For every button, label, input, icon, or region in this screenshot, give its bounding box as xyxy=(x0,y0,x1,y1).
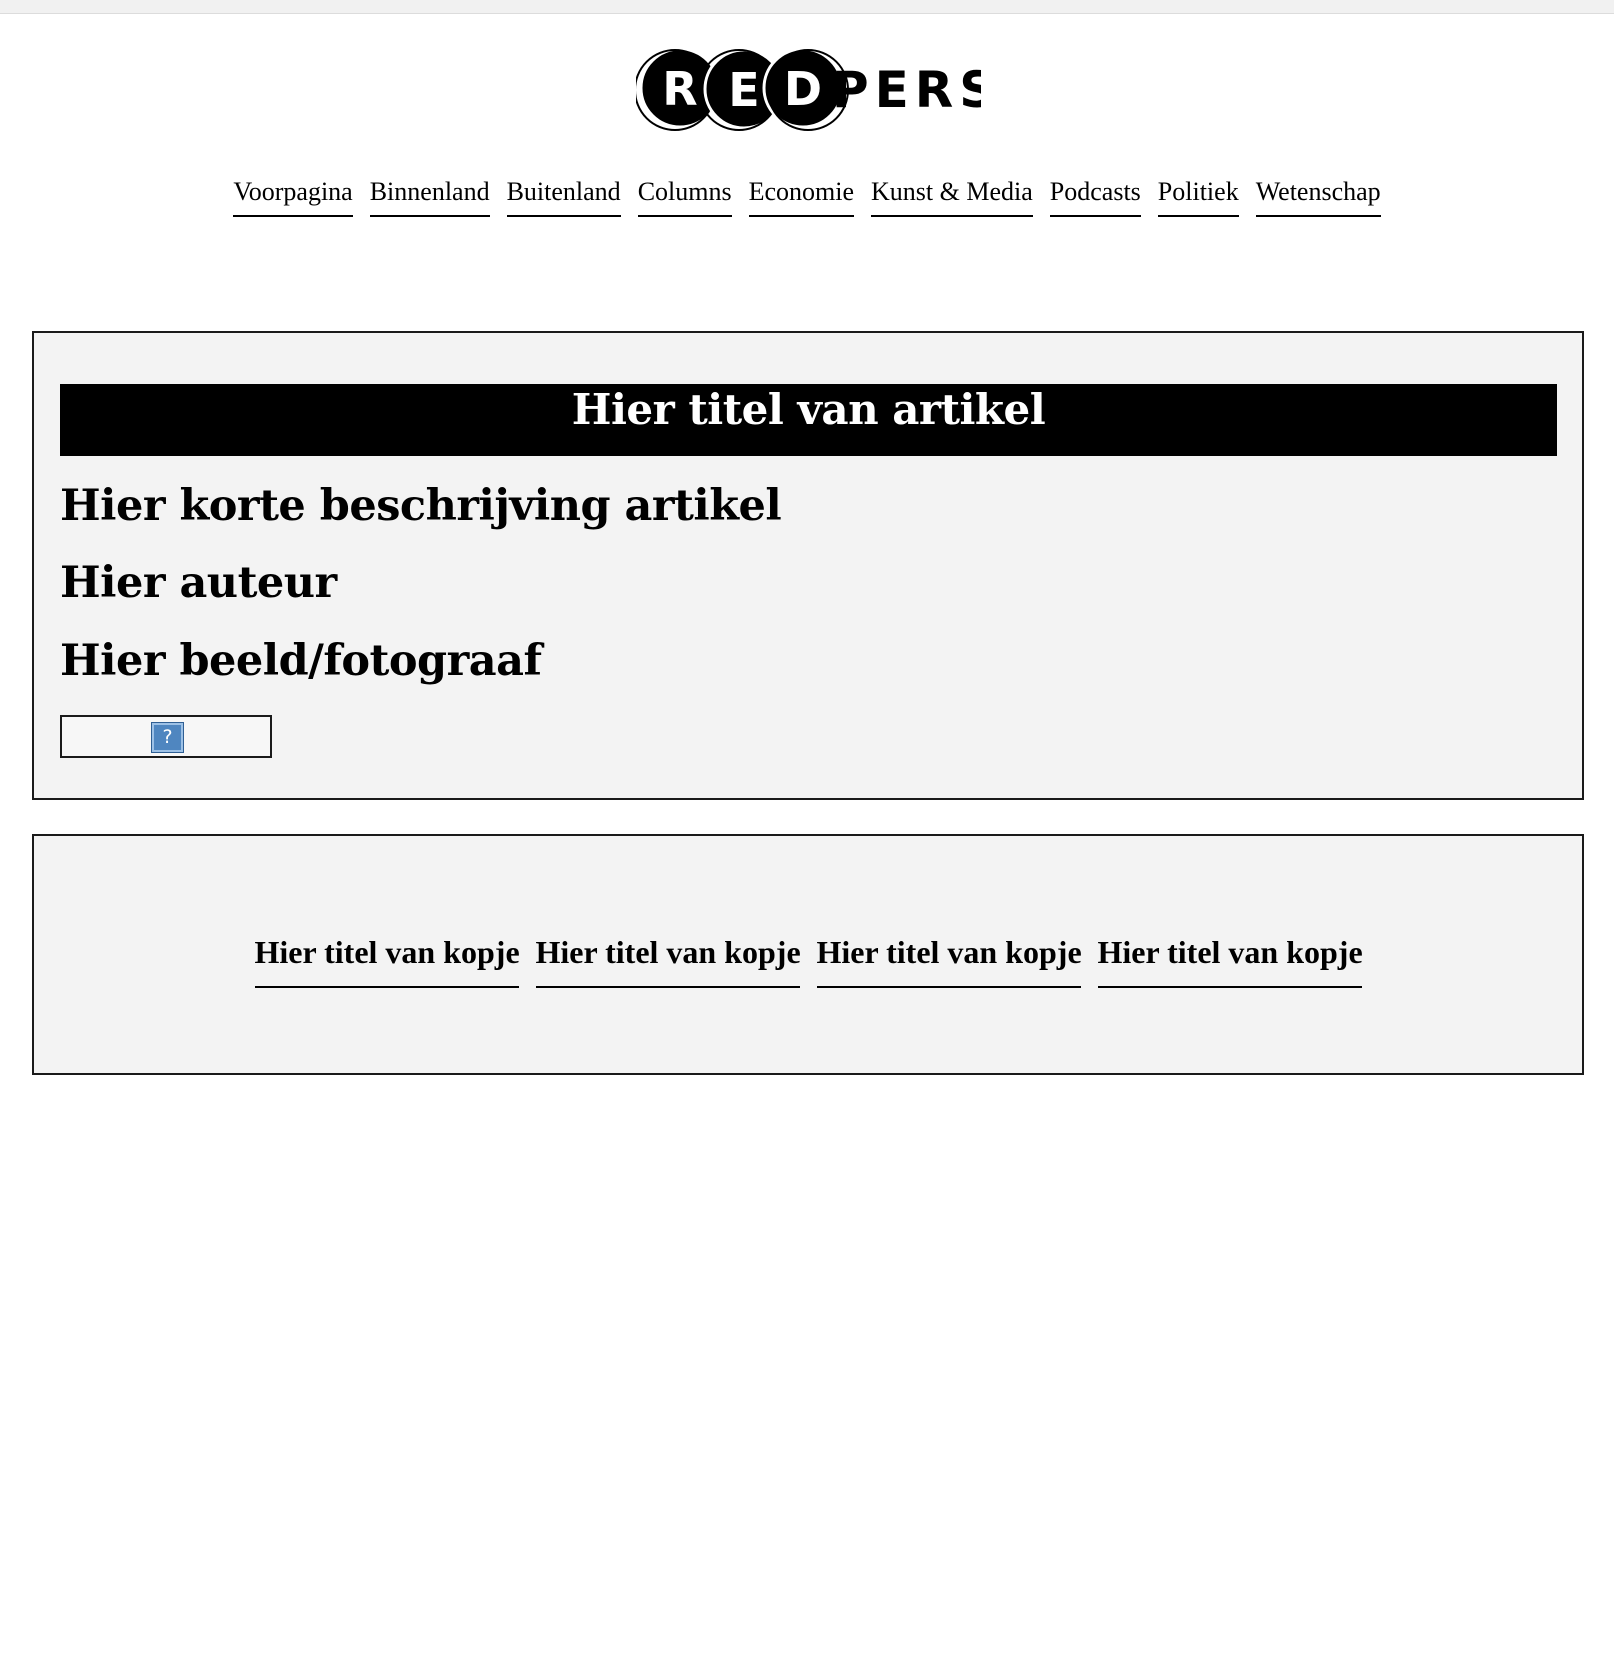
article-title-bar: Hier titel van artikel xyxy=(60,384,1557,456)
related-articles-panel: Hier titel van kopje Hier titel van kopj… xyxy=(32,834,1584,1075)
article-description: Hier korte beschrijving artikel xyxy=(60,481,782,531)
related-link[interactable]: Hier titel van kopje xyxy=(1097,932,1363,988)
article-photo-credit: Hier beeld/fotograaf xyxy=(60,636,542,686)
nav-item-buitenland[interactable]: Buitenland xyxy=(506,172,621,217)
nav-item-columns[interactable]: Columns xyxy=(637,172,732,217)
logo-graphic: R E D PERS xyxy=(636,47,981,131)
related-links-row: Hier titel van kopje Hier titel van kopj… xyxy=(34,932,1582,988)
logo-letter-r: R xyxy=(662,62,697,116)
article-header-panel: Hier titel van artikel Hier korte beschr… xyxy=(32,331,1584,800)
nav-item-wetenschap[interactable]: Wetenschap xyxy=(1255,172,1381,217)
article-author: Hier auteur xyxy=(60,558,337,608)
related-link[interactable]: Hier titel van kopje xyxy=(816,932,1082,988)
article-title: Hier titel van artikel xyxy=(571,385,1046,434)
nav-item-podcasts[interactable]: Podcasts xyxy=(1049,172,1141,217)
browser-top-edge xyxy=(0,0,1614,14)
logo-letter-e: E xyxy=(728,63,759,117)
related-link[interactable]: Hier titel van kopje xyxy=(535,932,801,988)
logo-pers-text: PERS xyxy=(832,61,981,119)
nav-item-binnenland[interactable]: Binnenland xyxy=(369,172,490,217)
main-navigation: Voorpagina Binnenland Buitenland Columns… xyxy=(0,172,1614,217)
nav-item-kunst-media[interactable]: Kunst & Media xyxy=(871,172,1033,217)
article-image-placeholder: ? xyxy=(60,715,272,758)
redpers-logo[interactable]: R E D PERS xyxy=(636,44,981,132)
broken-image-icon: ? xyxy=(151,722,184,753)
related-link[interactable]: Hier titel van kopje xyxy=(254,932,520,988)
nav-item-politiek[interactable]: Politiek xyxy=(1157,172,1239,217)
logo-letter-d: D xyxy=(784,62,822,116)
nav-item-economie[interactable]: Economie xyxy=(748,172,855,217)
nav-item-voorpagina[interactable]: Voorpagina xyxy=(233,172,353,217)
